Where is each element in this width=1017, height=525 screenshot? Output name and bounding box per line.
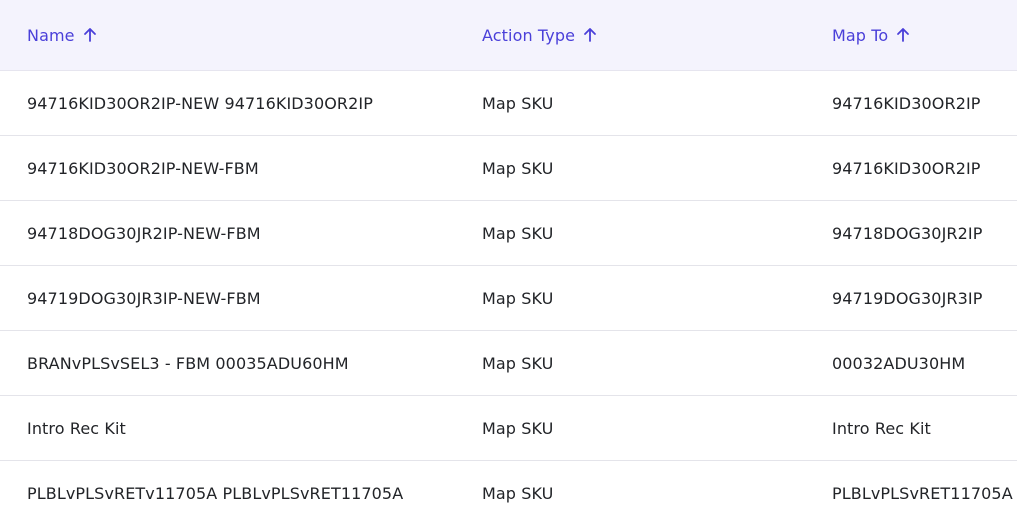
cell-name: 94716KID30OR2IP-NEW 94716KID30OR2IP bbox=[27, 93, 373, 113]
cell-action-type: Map SKU bbox=[482, 158, 554, 178]
cell-name: 94716KID30OR2IP-NEW-FBM bbox=[27, 158, 259, 178]
cell-map-to: 00032ADU30HM bbox=[832, 353, 966, 373]
cell-action-type: Map SKU bbox=[482, 353, 554, 373]
arrow-up-icon[interactable] bbox=[583, 27, 597, 43]
arrow-up-icon[interactable] bbox=[896, 27, 910, 43]
table-row[interactable]: Intro Rec Kit Map SKU Intro Rec Kit bbox=[0, 396, 1017, 461]
table-row[interactable]: 94716KID30OR2IP-NEW-FBM Map SKU 94716KID… bbox=[0, 136, 1017, 201]
cell-action-type: Map SKU bbox=[482, 223, 554, 243]
cell-map-to: 94716KID30OR2IP bbox=[832, 158, 981, 178]
column-header-action-type-label: Action Type bbox=[482, 25, 576, 45]
cell-map-to: 94719DOG30JR3IP bbox=[832, 288, 983, 308]
cell-action-type: Map SKU bbox=[482, 483, 554, 503]
cell-action-type: Map SKU bbox=[482, 93, 554, 113]
table-row[interactable]: 94718DOG30JR2IP-NEW-FBM Map SKU 94718DOG… bbox=[0, 201, 1017, 266]
cell-name: 94718DOG30JR2IP-NEW-FBM bbox=[27, 223, 261, 243]
cell-name: Intro Rec Kit bbox=[27, 418, 126, 438]
cell-map-to: 94716KID30OR2IP bbox=[832, 93, 981, 113]
table-row[interactable]: PLBLvPLSvRETv11705A PLBLvPLSvRET11705A M… bbox=[0, 461, 1017, 525]
cell-name: PLBLvPLSvRETv11705A PLBLvPLSvRET11705A bbox=[27, 483, 404, 503]
table-header: Name Action Type Map To bbox=[0, 0, 1017, 71]
cell-action-type: Map SKU bbox=[482, 418, 554, 438]
cell-map-to: PLBLvPLSvRET11705A bbox=[832, 483, 1013, 503]
cell-map-to: 94718DOG30JR2IP bbox=[832, 223, 983, 243]
mapping-table: Name Action Type Map To 94716KID30OR2IP-… bbox=[0, 0, 1017, 525]
column-header-name[interactable]: Name bbox=[27, 0, 97, 70]
column-header-map-to[interactable]: Map To bbox=[832, 0, 910, 70]
cell-name: 94719DOG30JR3IP-NEW-FBM bbox=[27, 288, 261, 308]
column-header-name-label: Name bbox=[27, 25, 75, 45]
column-header-map-to-label: Map To bbox=[832, 25, 889, 45]
cell-name: BRANvPLSvSEL3 - FBM 00035ADU60HM bbox=[27, 353, 349, 373]
cell-map-to: Intro Rec Kit bbox=[832, 418, 931, 438]
table-row[interactable]: 94719DOG30JR3IP-NEW-FBM Map SKU 94719DOG… bbox=[0, 266, 1017, 331]
cell-action-type: Map SKU bbox=[482, 288, 554, 308]
column-header-action-type[interactable]: Action Type bbox=[482, 0, 597, 70]
arrow-up-icon[interactable] bbox=[83, 27, 97, 43]
table-row[interactable]: BRANvPLSvSEL3 - FBM 00035ADU60HM Map SKU… bbox=[0, 331, 1017, 396]
table-row[interactable]: 94716KID30OR2IP-NEW 94716KID30OR2IP Map … bbox=[0, 71, 1017, 136]
